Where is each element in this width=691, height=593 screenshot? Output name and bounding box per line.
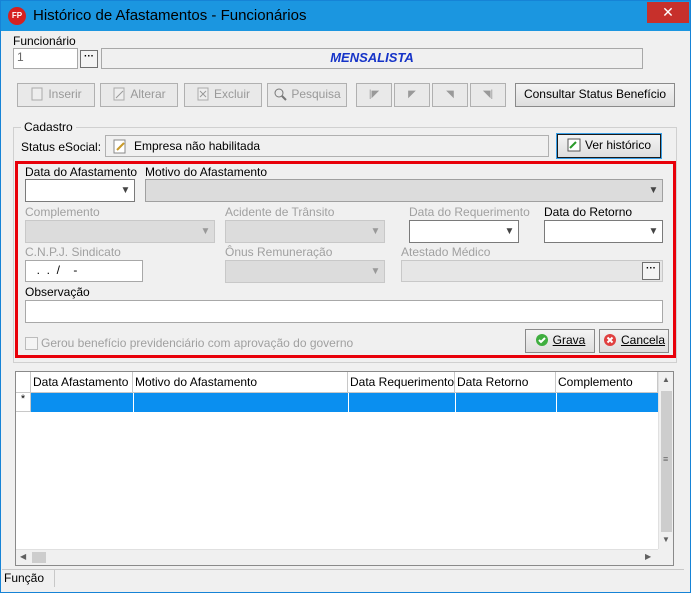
nav-next-button[interactable]: ◥ <box>432 83 468 107</box>
onus-select[interactable]: ▼ <box>225 260 385 283</box>
status-esocial-label: Status eSocial: <box>21 140 102 154</box>
vertical-scrollbar[interactable]: ▲ ≡ ▼ <box>658 372 673 549</box>
check-circle-icon <box>535 333 549 347</box>
funcionario-lookup-button[interactable]: ··· <box>80 50 98 68</box>
excluir-button[interactable]: Excluir <box>184 83 262 107</box>
scroll-left-icon[interactable]: ◀ <box>20 552 26 561</box>
cnpj-input[interactable]: . . / - <box>25 260 143 282</box>
grid-col-data-retorno[interactable]: Data Retorno <box>455 372 556 393</box>
complemento-label: Complemento <box>25 205 100 219</box>
scroll-down-icon[interactable]: ▼ <box>662 535 670 544</box>
grava-label: Grava <box>552 333 586 347</box>
atestado-lookup-button[interactable]: ··· <box>642 262 660 280</box>
acidente-label: Acidente de Trânsito <box>225 205 335 219</box>
chevron-down-icon: ▼ <box>200 226 211 237</box>
observacao-input[interactable] <box>25 300 663 323</box>
funcionario-input[interactable]: 1 <box>13 48 78 69</box>
inserir-button[interactable]: Inserir <box>17 83 95 107</box>
funcionario-type: MENSALISTA <box>101 48 643 69</box>
data-retorno-select[interactable]: ▼ <box>544 220 663 243</box>
grid-col-complemento[interactable]: Complemento <box>556 372 658 393</box>
acidente-select[interactable]: ▼ <box>225 220 385 243</box>
atestado-input[interactable] <box>401 260 663 282</box>
pesquisa-button[interactable]: Pesquisa <box>267 83 347 107</box>
cancela-label: Cancela <box>620 333 666 347</box>
cancel-circle-icon <box>603 333 617 347</box>
complemento-select[interactable]: ▼ <box>25 220 215 243</box>
grid-row-header <box>16 372 31 393</box>
delete-icon <box>196 87 210 101</box>
consultar-status-button[interactable]: Consultar Status Benefício <box>515 83 675 107</box>
vertical-scroll-thumb[interactable]: ≡ <box>661 391 672 532</box>
gerou-beneficio-label: Gerou benefício previdenciário com aprov… <box>41 336 354 350</box>
inserir-label: Inserir <box>48 87 82 101</box>
atestado-label: Atestado Médico <box>401 245 491 259</box>
horizontal-scroll-thumb[interactable] <box>32 552 46 563</box>
onus-label: Ônus Remuneração <box>225 245 333 259</box>
status-bar-text: Função <box>2 570 55 587</box>
nav-first-button[interactable]: |◤ <box>356 83 392 107</box>
data-requerimento-label: Data do Requerimento <box>409 205 530 219</box>
grid-col-data-requerimento[interactable]: Data Requerimento <box>348 372 455 393</box>
horizontal-scrollbar[interactable]: ◀ ▶ <box>16 549 658 565</box>
gerou-beneficio-checkbox[interactable] <box>25 337 38 350</box>
grid-row-marker: * <box>16 393 31 412</box>
window: FP Histórico de Afastamentos - Funcionár… <box>0 0 691 593</box>
ver-historico-button[interactable]: Ver histórico <box>556 133 662 159</box>
alterar-label: Alterar <box>130 87 166 101</box>
funcionario-label: Funcionário <box>13 34 76 48</box>
alterar-button[interactable]: Alterar <box>100 83 178 107</box>
scroll-right-icon[interactable]: ▶ <box>645 552 651 561</box>
app-logo-icon: FP <box>8 7 26 25</box>
cancela-button[interactable]: Cancela <box>599 329 669 353</box>
chevron-down-icon: ▼ <box>648 226 659 237</box>
cnpj-label: C.N.P.J. Sindicato <box>25 245 121 259</box>
ver-historico-label: Ver histórico <box>584 138 652 152</box>
grava-button[interactable]: Grava <box>525 329 595 353</box>
table-row[interactable] <box>31 393 658 412</box>
data-afastamento-label: Data do Afastamento <box>25 165 138 179</box>
history-document-icon <box>567 138 581 152</box>
motivo-label: Motivo do Afastamento <box>145 165 268 179</box>
title-bar: FP Histórico de Afastamentos - Funcionár… <box>1 1 690 31</box>
data-requerimento-select[interactable]: ▼ <box>409 220 519 243</box>
status-esocial-field: Empresa não habilitada <box>105 135 549 157</box>
cadastro-legend: Cadastro <box>21 120 76 134</box>
data-retorno-label: Data do Retorno <box>544 205 633 219</box>
status-esocial-value: Empresa não habilitada <box>134 139 261 153</box>
client-area: Funcionário 1 ··· MENSALISTA Inserir Alt… <box>2 31 685 587</box>
chevron-down-icon: ▼ <box>120 185 131 196</box>
chevron-down-icon: ▼ <box>504 226 515 237</box>
search-icon <box>273 87 288 101</box>
nav-prev-button[interactable]: ◤ <box>394 83 430 107</box>
pesquisa-label: Pesquisa <box>291 87 341 101</box>
grid-col-motivo[interactable]: Motivo do Afastamento <box>133 372 348 393</box>
status-bar: Função <box>2 569 684 587</box>
edit-icon <box>112 87 126 101</box>
insert-icon <box>30 87 44 101</box>
chevron-down-icon: ▼ <box>370 226 381 237</box>
close-button[interactable]: ✕ <box>647 2 689 23</box>
excluir-label: Excluir <box>213 87 250 101</box>
chevron-down-icon: ▼ <box>648 185 659 196</box>
scroll-up-icon[interactable]: ▲ <box>662 375 670 384</box>
window-title: Histórico de Afastamentos - Funcionários <box>33 7 307 24</box>
data-afastamento-select[interactable]: ▼ <box>25 179 135 202</box>
document-edit-icon <box>112 139 128 158</box>
chevron-down-icon: ▼ <box>370 266 381 277</box>
observacao-label: Observação <box>25 285 90 299</box>
grid-col-data-afastamento[interactable]: Data Afastamento <box>31 372 133 393</box>
afastamentos-grid: Data Afastamento Motivo do Afastamento D… <box>15 371 674 566</box>
nav-last-button[interactable]: ◥| <box>470 83 506 107</box>
motivo-select[interactable]: ▼ <box>145 179 663 202</box>
